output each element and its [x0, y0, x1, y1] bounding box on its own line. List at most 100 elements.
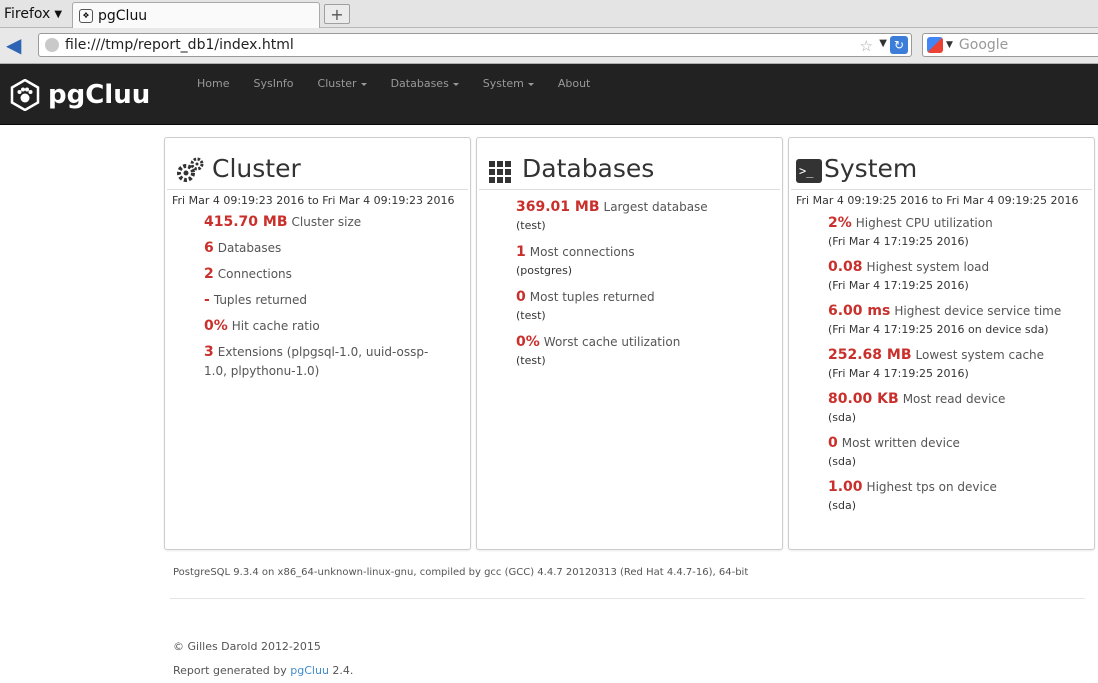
stat-largest-database: 369.01 MB Largest database (test) — [516, 198, 782, 235]
terminal-icon: >_ — [796, 159, 822, 183]
grid-icon — [489, 161, 511, 183]
search-bar[interactable]: ▼ Google — [922, 33, 1098, 57]
stat-connections: 2 Connections — [204, 265, 435, 284]
stat-most-tuples-returned: 0 Most tuples returned (test) — [516, 288, 782, 325]
stat-value: 6.00 ms — [828, 303, 891, 319]
nav-system[interactable]: System — [483, 77, 534, 90]
new-tab-button[interactable]: + — [324, 4, 350, 24]
nav-databases-label: Databases — [390, 77, 449, 90]
stat-sub: (Fri Mar 4 17:19:25 2016 on device sda) — [828, 323, 1049, 336]
stat-value: 0 — [828, 435, 838, 451]
caret-down-icon — [360, 82, 367, 86]
cluster-date-range: Fri Mar 4 09:19:23 2016 to Fri Mar 4 09:… — [172, 194, 455, 207]
google-icon — [927, 37, 943, 53]
databases-panel: Databases 369.01 MB Largest database (test… — [476, 137, 783, 550]
reload-icon[interactable]: ↻ — [890, 36, 908, 54]
stat-value: 1.00 — [828, 479, 863, 495]
stat-label: Lowest system cache — [915, 348, 1045, 362]
stat-sub: (sda) — [828, 499, 857, 512]
pgcluu-logo-icon — [10, 79, 40, 111]
nav-menu: Home SysInfo Cluster Databases System Ab… — [197, 77, 614, 90]
stat-label: Most written device — [841, 436, 960, 450]
caret-down-icon — [527, 82, 534, 86]
cluster-stats: 415.70 MB Cluster size 6 Databases 2 Connec… — [165, 207, 435, 381]
stat-label: Hit cache ratio — [231, 319, 320, 333]
search-placeholder: Google — [958, 37, 1009, 53]
stat-label: Most connections — [529, 245, 635, 259]
stat-sub: (sda) — [828, 411, 857, 424]
system-title: System — [824, 154, 918, 183]
stat-tps-on-device: 1.00 Highest tps on device (sda) — [828, 478, 1094, 515]
stat-value: 3 — [204, 344, 214, 360]
bookmark-star-icon[interactable]: ☆ — [860, 37, 873, 55]
generated-prefix: Report generated by — [173, 664, 287, 677]
stat-most-connections: 1 Most connections (postgres) — [516, 243, 782, 280]
stat-label: Extensions (plpgsql-1.0, uuid-ossp-1.0, … — [204, 345, 429, 378]
pgcluu-link[interactable]: pgCluu — [290, 664, 329, 677]
system-panel-header: >_ System — [791, 138, 1092, 190]
report-generated: Report generated by pgCluu 2.4. — [173, 664, 353, 677]
stat-cluster-size: 415.70 MB Cluster size — [204, 213, 435, 232]
url-bar[interactable]: file:///tmp/report_db1/index.html ☆ ▼ ↻ — [38, 33, 912, 57]
url-text: file:///tmp/report_db1/index.html — [65, 37, 294, 53]
stat-sub: (test) — [516, 309, 546, 322]
stat-sub: (postgres) — [516, 264, 573, 277]
system-date-range: Fri Mar 4 09:19:25 2016 to Fri Mar 4 09:… — [796, 194, 1079, 207]
stat-value: 252.68 MB — [828, 347, 912, 363]
system-panel: >_ System Fri Mar 4 09:19:25 2016 to Fri… — [788, 137, 1095, 550]
nav-sysinfo-label: SysInfo — [253, 77, 294, 90]
stat-device-service-time: 6.00 ms Highest device service time (Fri M… — [828, 302, 1094, 339]
search-engine-dropdown-icon[interactable]: ▼ — [946, 40, 953, 50]
stat-label: Tuples returned — [213, 293, 308, 307]
stat-sub: (test) — [516, 219, 546, 232]
stat-sub: (Fri Mar 4 17:19:25 2016) — [828, 235, 969, 248]
stat-value: 0% — [516, 334, 540, 350]
stat-sub: (Fri Mar 4 17:19:25 2016) — [828, 367, 969, 380]
firefox-menu-button[interactable]: Firefox ▼ — [4, 4, 62, 24]
browser-tab[interactable]: ❖ pgCluu — [72, 2, 320, 28]
cluster-panel-header: Cluster — [167, 138, 468, 190]
stat-cpu-utilization: 2% Highest CPU utilization (Fri Mar 4 17:1… — [828, 214, 1094, 251]
nav-system-label: System — [482, 77, 524, 90]
firefox-menu-label: Firefox — [4, 6, 51, 22]
stat-label: Highest system load — [866, 260, 990, 274]
stat-extensions: 3 Extensions (plpgsql-1.0, uuid-ossp-1.0,… — [204, 343, 435, 381]
stat-value: 415.70 MB — [204, 214, 288, 230]
stat-label: Databases — [217, 241, 282, 255]
nav-cluster[interactable]: Cluster — [318, 77, 367, 90]
nav-home[interactable]: Home — [197, 77, 229, 90]
site-navbar: pgCluu Home SysInfo Cluster Databases Sy… — [0, 64, 1098, 125]
generated-version: 2.4. — [332, 664, 354, 677]
stat-label: Most tuples returned — [529, 290, 655, 304]
stat-most-read-device: 80.00 KB Most read device (sda) — [828, 390, 1094, 427]
nav-about[interactable]: About — [558, 77, 591, 90]
back-arrow-icon[interactable]: ◀ — [6, 35, 28, 55]
stat-label: Highest tps on device — [866, 480, 997, 494]
brand-link[interactable]: pgCluu — [10, 79, 150, 111]
stat-tuples-returned: - Tuples returned — [204, 291, 435, 310]
stat-label: Most read device — [902, 392, 1006, 406]
plus-icon: + — [330, 4, 344, 24]
nav-databases[interactable]: Databases — [391, 77, 459, 90]
stat-sub: (sda) — [828, 455, 857, 468]
stat-worst-cache-utilization: 0% Worst cache utilization (test) — [516, 333, 782, 370]
stat-value: 0.08 — [828, 259, 863, 275]
stat-system-cache: 252.68 MB Lowest system cache (Fri Mar 4 1… — [828, 346, 1094, 383]
gears-icon — [177, 157, 204, 182]
stat-most-written-device: 0 Most written device (sda) — [828, 434, 1094, 471]
copyright: © Gilles Darold 2012-2015 — [173, 640, 321, 653]
stat-value: 2% — [828, 215, 852, 231]
postgres-version: PostgreSQL 9.3.4 on x86_64-unknown-linux… — [173, 567, 749, 578]
stat-label: Highest device service time — [894, 304, 1062, 318]
chevron-down-icon: ▼ — [54, 8, 63, 20]
nav-home-label: Home — [197, 77, 230, 90]
nav-sysinfo[interactable]: SysInfo — [253, 77, 293, 90]
stat-sub: (test) — [516, 354, 546, 367]
stat-value: 1 — [516, 244, 526, 260]
stat-label: Largest database — [603, 200, 708, 214]
stat-label: Connections — [217, 267, 292, 281]
url-dropdown-icon[interactable]: ▼ — [879, 38, 887, 49]
stat-value: 0% — [204, 318, 228, 334]
stat-value: 2 — [204, 266, 214, 282]
nav-cluster-label: Cluster — [317, 77, 357, 90]
